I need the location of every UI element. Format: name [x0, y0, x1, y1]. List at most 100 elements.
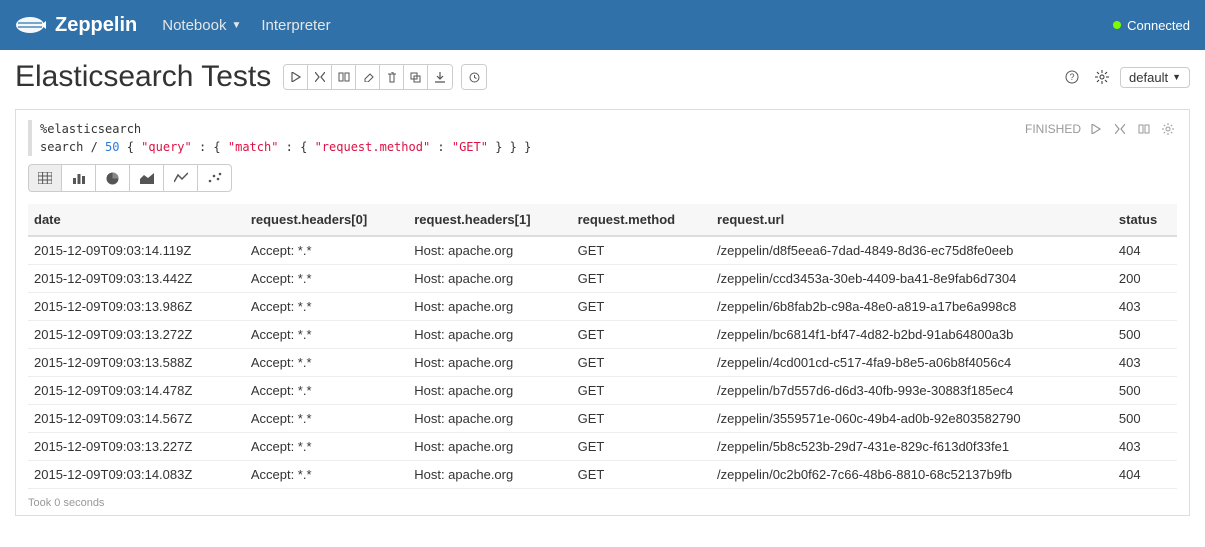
clock-icon [469, 72, 480, 83]
table-cell: 403 [1113, 349, 1177, 377]
nav-notebook[interactable]: Notebook ▼ [162, 17, 241, 34]
nav-status: Connected [1113, 18, 1190, 33]
paragraph: %elasticsearch search / 50 { "query" : {… [16, 110, 1189, 495]
table-cell: /zeppelin/b7d557d6-d6d3-40fb-993e-30883f… [711, 377, 1113, 405]
table-cell: /zeppelin/3559571e-060c-49b4-ad0b-92e803… [711, 405, 1113, 433]
brand[interactable]: Zeppelin [15, 13, 137, 37]
paragraph-settings-button[interactable] [1159, 120, 1177, 138]
paragraph-status: FINISHED [1025, 122, 1081, 136]
toggle-editor-button[interactable] [1111, 120, 1129, 138]
table-row: 2015-12-09T09:03:13.442ZAccept: *.*Host:… [28, 265, 1177, 293]
table-cell: 403 [1113, 433, 1177, 461]
table-cell: Host: apache.org [408, 265, 571, 293]
table-cell: Host: apache.org [408, 349, 571, 377]
play-icon [1091, 124, 1101, 134]
toggle-output-button[interactable] [1135, 120, 1153, 138]
delete-button[interactable] [380, 65, 404, 89]
schedule-button[interactable] [462, 65, 486, 89]
table-cell: 2015-12-09T09:03:13.272Z [28, 321, 245, 349]
export-button[interactable] [428, 65, 452, 89]
table-cell: 403 [1113, 293, 1177, 321]
table-cell: Host: apache.org [408, 321, 571, 349]
table-cell: Host: apache.org [408, 377, 571, 405]
table-header[interactable]: status [1113, 204, 1177, 236]
nav-notebook-label: Notebook [162, 17, 226, 34]
notebook-area: %elasticsearch search / 50 { "query" : {… [15, 109, 1190, 516]
table-cell: 500 [1113, 405, 1177, 433]
code-editor[interactable]: %elasticsearch search / 50 { "query" : {… [28, 120, 1025, 156]
trash-icon [387, 72, 397, 83]
table-cell: 2015-12-09T09:03:14.119Z [28, 236, 245, 265]
collapse-icon [315, 72, 325, 82]
book-icon [1138, 124, 1150, 134]
mode-dropdown[interactable]: default ▼ [1120, 67, 1190, 88]
hide-code-button[interactable] [308, 65, 332, 89]
mode-label: default [1129, 70, 1168, 85]
table-cell: GET [572, 461, 711, 489]
table-cell: 200 [1113, 265, 1177, 293]
table-cell: /zeppelin/6b8fab2b-c98a-48e0-a819-a17be6… [711, 293, 1113, 321]
help-button[interactable]: ? [1060, 65, 1084, 89]
viz-tabs [28, 164, 1177, 192]
table-cell: GET [572, 405, 711, 433]
nav-interpreter[interactable]: Interpreter [261, 17, 330, 34]
took-label: Took 0 seconds [28, 497, 1177, 509]
table-header[interactable]: request.method [572, 204, 711, 236]
table-header[interactable]: request.headers[1] [408, 204, 571, 236]
gear-icon [1095, 70, 1109, 84]
code-text: : [430, 140, 452, 154]
table-cell: /zeppelin/5b8c523b-29d7-431e-829c-f613d0… [711, 433, 1113, 461]
table-header[interactable]: date [28, 204, 245, 236]
table-row: 2015-12-09T09:03:13.227ZAccept: *.*Host:… [28, 433, 1177, 461]
settings-button[interactable] [1090, 65, 1114, 89]
table-cell: Accept: *.* [245, 405, 408, 433]
collapse-icon [1115, 124, 1125, 134]
run-paragraph-button[interactable] [1087, 120, 1105, 138]
table-header[interactable]: request.url [711, 204, 1113, 236]
results-table: daterequest.headers[0]request.headers[1]… [28, 204, 1177, 489]
page-title[interactable]: Elasticsearch Tests [15, 60, 271, 94]
clone-button[interactable] [404, 65, 428, 89]
table-cell: 500 [1113, 321, 1177, 349]
table-row: 2015-12-09T09:03:13.588ZAccept: *.*Host:… [28, 349, 1177, 377]
table-cell: 2015-12-09T09:03:14.478Z [28, 377, 245, 405]
table-cell: /zeppelin/4cd001cd-c517-4fa9-b8e5-a06b8f… [711, 349, 1113, 377]
viz-bar-tab[interactable] [62, 164, 96, 192]
table-cell: Accept: *.* [245, 349, 408, 377]
chevron-down-icon: ▼ [231, 20, 241, 31]
code-text: : { [192, 140, 228, 154]
gear-icon [1162, 123, 1174, 135]
table-row: 2015-12-09T09:03:14.478ZAccept: *.*Host:… [28, 377, 1177, 405]
scatter-chart-icon [208, 172, 222, 184]
download-icon [435, 72, 445, 83]
table-row: 2015-12-09T09:03:13.272ZAccept: *.*Host:… [28, 321, 1177, 349]
table-cell: 2015-12-09T09:03:14.083Z [28, 461, 245, 489]
table-header[interactable]: request.headers[0] [245, 204, 408, 236]
viz-line-tab[interactable] [164, 164, 198, 192]
table-cell: 2015-12-09T09:03:13.227Z [28, 433, 245, 461]
brand-label: Zeppelin [55, 14, 137, 37]
table-cell: GET [572, 236, 711, 265]
code-text: %elasticsearch [40, 122, 141, 136]
table-row: 2015-12-09T09:03:13.986ZAccept: *.*Host:… [28, 293, 1177, 321]
viz-area-tab[interactable] [130, 164, 164, 192]
table-cell: Host: apache.org [408, 405, 571, 433]
schedule-toolbar [461, 64, 487, 90]
table-cell: 2015-12-09T09:03:13.588Z [28, 349, 245, 377]
viz-table-tab[interactable] [28, 164, 62, 192]
table-cell: Accept: *.* [245, 265, 408, 293]
hide-output-button[interactable] [332, 65, 356, 89]
code-text: "request.method" [315, 140, 431, 154]
table-cell: Accept: *.* [245, 433, 408, 461]
notebook-toolbar [283, 64, 453, 90]
run-all-button[interactable] [284, 65, 308, 89]
table-cell: 2015-12-09T09:03:13.986Z [28, 293, 245, 321]
viz-scatter-tab[interactable] [198, 164, 232, 192]
viz-pie-tab[interactable] [96, 164, 130, 192]
table-cell: Host: apache.org [408, 236, 571, 265]
table-cell: Host: apache.org [408, 461, 571, 489]
clear-output-button[interactable] [356, 65, 380, 89]
code-text: : { [278, 140, 314, 154]
table-cell: Accept: *.* [245, 461, 408, 489]
status-dot-icon [1113, 21, 1121, 29]
